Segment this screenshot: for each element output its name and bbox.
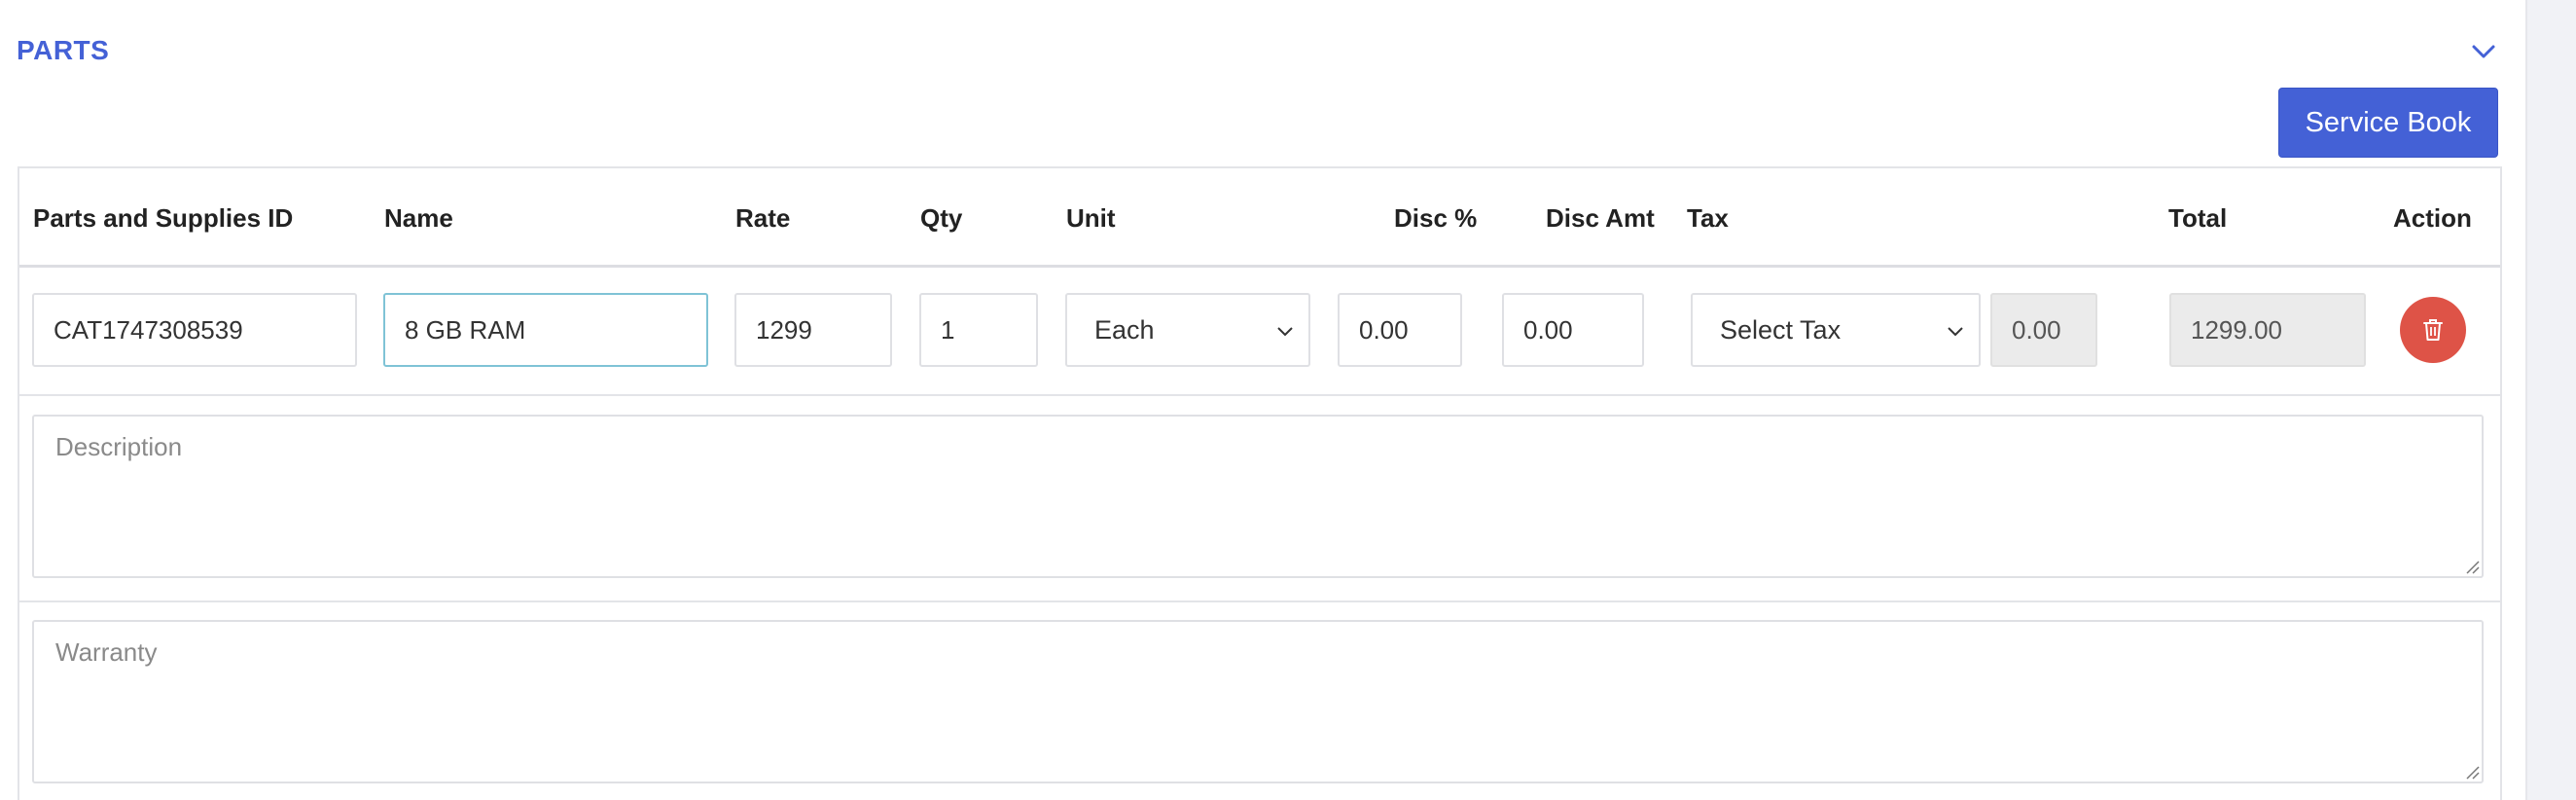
tax-amount-field xyxy=(1990,293,2097,367)
resize-grip-icon[interactable] xyxy=(2464,559,2480,574)
right-gutter xyxy=(2527,0,2576,800)
header-unit: Unit xyxy=(1066,203,1116,233)
qty-input[interactable] xyxy=(919,293,1038,367)
rate-input[interactable] xyxy=(734,293,892,367)
unit-select-value: Each xyxy=(1094,314,1155,345)
warranty-textarea[interactable] xyxy=(32,620,2484,783)
tax-select[interactable]: Select Tax xyxy=(1691,293,1981,367)
name-input[interactable] xyxy=(383,293,708,367)
tax-select-value: Select Tax xyxy=(1720,314,1842,345)
page: PARTS Service Book Parts and Supplies ID… xyxy=(0,0,2576,800)
chevron-down-icon xyxy=(2472,45,2495,58)
header-rate: Rate xyxy=(735,203,791,233)
service-book-button[interactable]: Service Book xyxy=(2278,88,2498,158)
disc-pct-input[interactable] xyxy=(1338,293,1462,367)
parts-card: PARTS Service Book Parts and Supplies ID… xyxy=(0,0,2527,800)
disc-amt-input[interactable] xyxy=(1502,293,1644,367)
header-parts-id: Parts and Supplies ID xyxy=(33,203,294,233)
header-disc-pct: Disc % xyxy=(1394,203,1478,233)
header-action: Action xyxy=(2393,203,2472,233)
unit-select[interactable]: Each xyxy=(1065,293,1310,367)
collapse-toggle[interactable] xyxy=(2467,37,2500,66)
trash-icon xyxy=(2423,319,2443,341)
description-row xyxy=(19,396,2500,602)
header-total: Total xyxy=(2168,203,2228,233)
chevron-down-icon xyxy=(1277,327,1293,337)
table-header-row: Parts and Supplies ID Name Rate Qty Unit… xyxy=(19,168,2500,268)
header-name: Name xyxy=(384,203,453,233)
total-field xyxy=(2169,293,2366,367)
header-disc-amt: Disc Amt xyxy=(1546,203,1655,233)
header-qty: Qty xyxy=(920,203,963,233)
section-title: PARTS xyxy=(17,35,110,65)
chevron-down-icon xyxy=(1948,327,1963,337)
description-textarea[interactable] xyxy=(32,415,2484,578)
header-tax: Tax xyxy=(1687,203,1729,233)
delete-row-button[interactable] xyxy=(2400,297,2466,363)
resize-grip-icon[interactable] xyxy=(2464,764,2480,780)
parts-id-input[interactable] xyxy=(32,293,357,367)
table-row: Each Select Tax xyxy=(19,268,2500,396)
parts-table: Parts and Supplies ID Name Rate Qty Unit… xyxy=(18,166,2502,800)
